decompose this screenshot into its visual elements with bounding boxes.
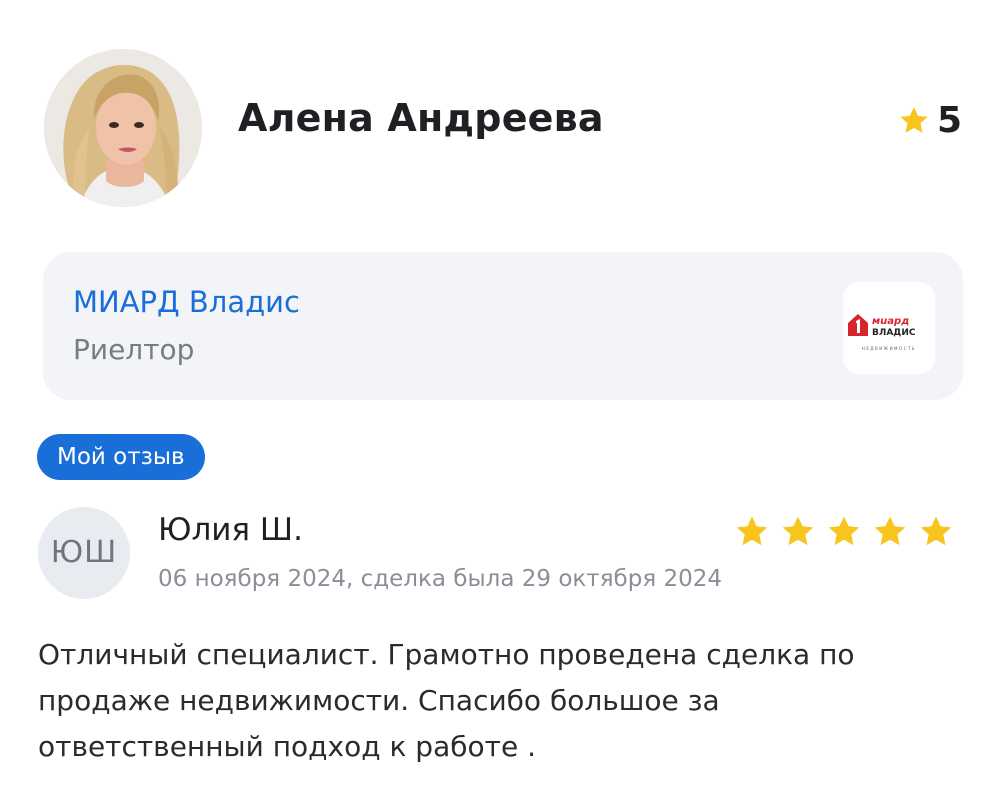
realtor-name: Алена Андреева — [238, 96, 604, 140]
agency-logo-mark: мuapд ВЛАДИС — [848, 314, 916, 338]
rating-value: 5 — [936, 100, 962, 141]
realtor-rating: 5 — [897, 100, 962, 141]
review-text: Отличный специалист. Грамотно проведена … — [38, 632, 958, 770]
profile-header: Алена Андреева 5 — [0, 0, 1000, 250]
star-icon — [874, 516, 906, 546]
svg-text:ВЛАДИС: ВЛАДИС — [872, 328, 916, 338]
star-icon — [897, 104, 931, 138]
agency-name-link[interactable]: МИАРД Владис — [73, 285, 300, 319]
my-review-badge: Мой отзыв — [37, 434, 205, 480]
agency-logo: мuapд ВЛАДИС НЕДВИЖИМОСТЬ — [843, 282, 935, 374]
svg-text:НЕДВИЖИМОСТЬ: НЕДВИЖИМОСТЬ — [862, 346, 916, 351]
agency-card[interactable]: МИАРД Владис Риелтор мuapд ВЛАДИС НЕДВИЖ… — [43, 252, 963, 400]
review-text-line: Отличный специалист. Грамотно проведена … — [38, 638, 855, 671]
review-date: 06 ноября 2024, сделка была 29 октября 2… — [158, 566, 722, 592]
star-icon — [736, 516, 768, 546]
realtor-photo — [44, 49, 202, 207]
agency-role: Риелтор — [73, 333, 195, 366]
review-text-line: продаже недвижимости. Спасибо большое за — [38, 684, 720, 717]
star-icon — [782, 516, 814, 546]
realtor-avatar — [44, 49, 202, 207]
agency-logo-subtext: НЕДВИЖИМОСТЬ — [862, 346, 916, 351]
reviewer-name: Юлия Ш. — [158, 512, 303, 548]
review-stars — [733, 513, 955, 551]
star-icon — [828, 516, 860, 546]
reviewer-avatar: ЮШ — [38, 507, 130, 599]
star-icon — [920, 516, 952, 546]
realtor-review-page: Алена Андреева 5 МИАРД Владис Риелтор мu… — [0, 0, 1000, 792]
logo-word-top: мuapд — [872, 316, 909, 327]
review-text-line: ответственный подход к работе . — [38, 730, 536, 763]
